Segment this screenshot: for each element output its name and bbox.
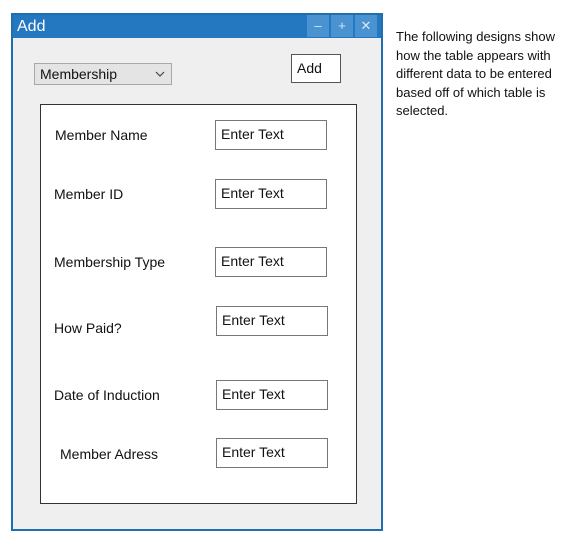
member-address-label: Member Adress bbox=[60, 446, 159, 462]
form-panel: Member Name Enter Text Member ID Enter T… bbox=[40, 104, 357, 504]
note-line: selected. bbox=[396, 103, 449, 118]
member-id-input[interactable]: Enter Text bbox=[215, 179, 327, 209]
membership-type-input[interactable]: Enter Text bbox=[215, 247, 327, 277]
maximize-button[interactable]: + bbox=[331, 15, 353, 37]
window-title: Add bbox=[17, 18, 46, 35]
table-select-value: Membership bbox=[40, 66, 118, 82]
note-line: how the table appears with bbox=[396, 47, 551, 63]
add-window: Add – + ✕ Membership Add Member Name Ent… bbox=[11, 13, 383, 531]
how-paid-label: How Paid? bbox=[54, 320, 122, 336]
title-bar[interactable]: Add – + ✕ bbox=[13, 15, 381, 38]
chevron-down-icon bbox=[155, 71, 165, 77]
how-paid-input[interactable]: Enter Text bbox=[216, 306, 328, 336]
member-address-input[interactable]: Enter Text bbox=[216, 438, 328, 468]
member-name-label: Member Name bbox=[55, 127, 148, 143]
design-note: The following designs show how the table… bbox=[396, 28, 556, 121]
table-select-dropdown[interactable]: Membership bbox=[34, 63, 172, 85]
member-name-input[interactable]: Enter Text bbox=[215, 120, 327, 150]
note-line: different data to be entered bbox=[396, 66, 552, 81]
add-button[interactable]: Add bbox=[291, 54, 341, 83]
membership-type-label: Membership Type bbox=[54, 254, 166, 270]
note-line: based off of which table is bbox=[396, 84, 546, 100]
close-button[interactable]: ✕ bbox=[355, 15, 377, 37]
note-line: The following designs show bbox=[396, 29, 555, 44]
date-of-induction-label: Date of Induction bbox=[54, 387, 160, 403]
member-id-label: Member ID bbox=[54, 186, 124, 202]
minimize-button[interactable]: – bbox=[307, 15, 329, 37]
date-of-induction-input[interactable]: Enter Text bbox=[216, 380, 328, 410]
